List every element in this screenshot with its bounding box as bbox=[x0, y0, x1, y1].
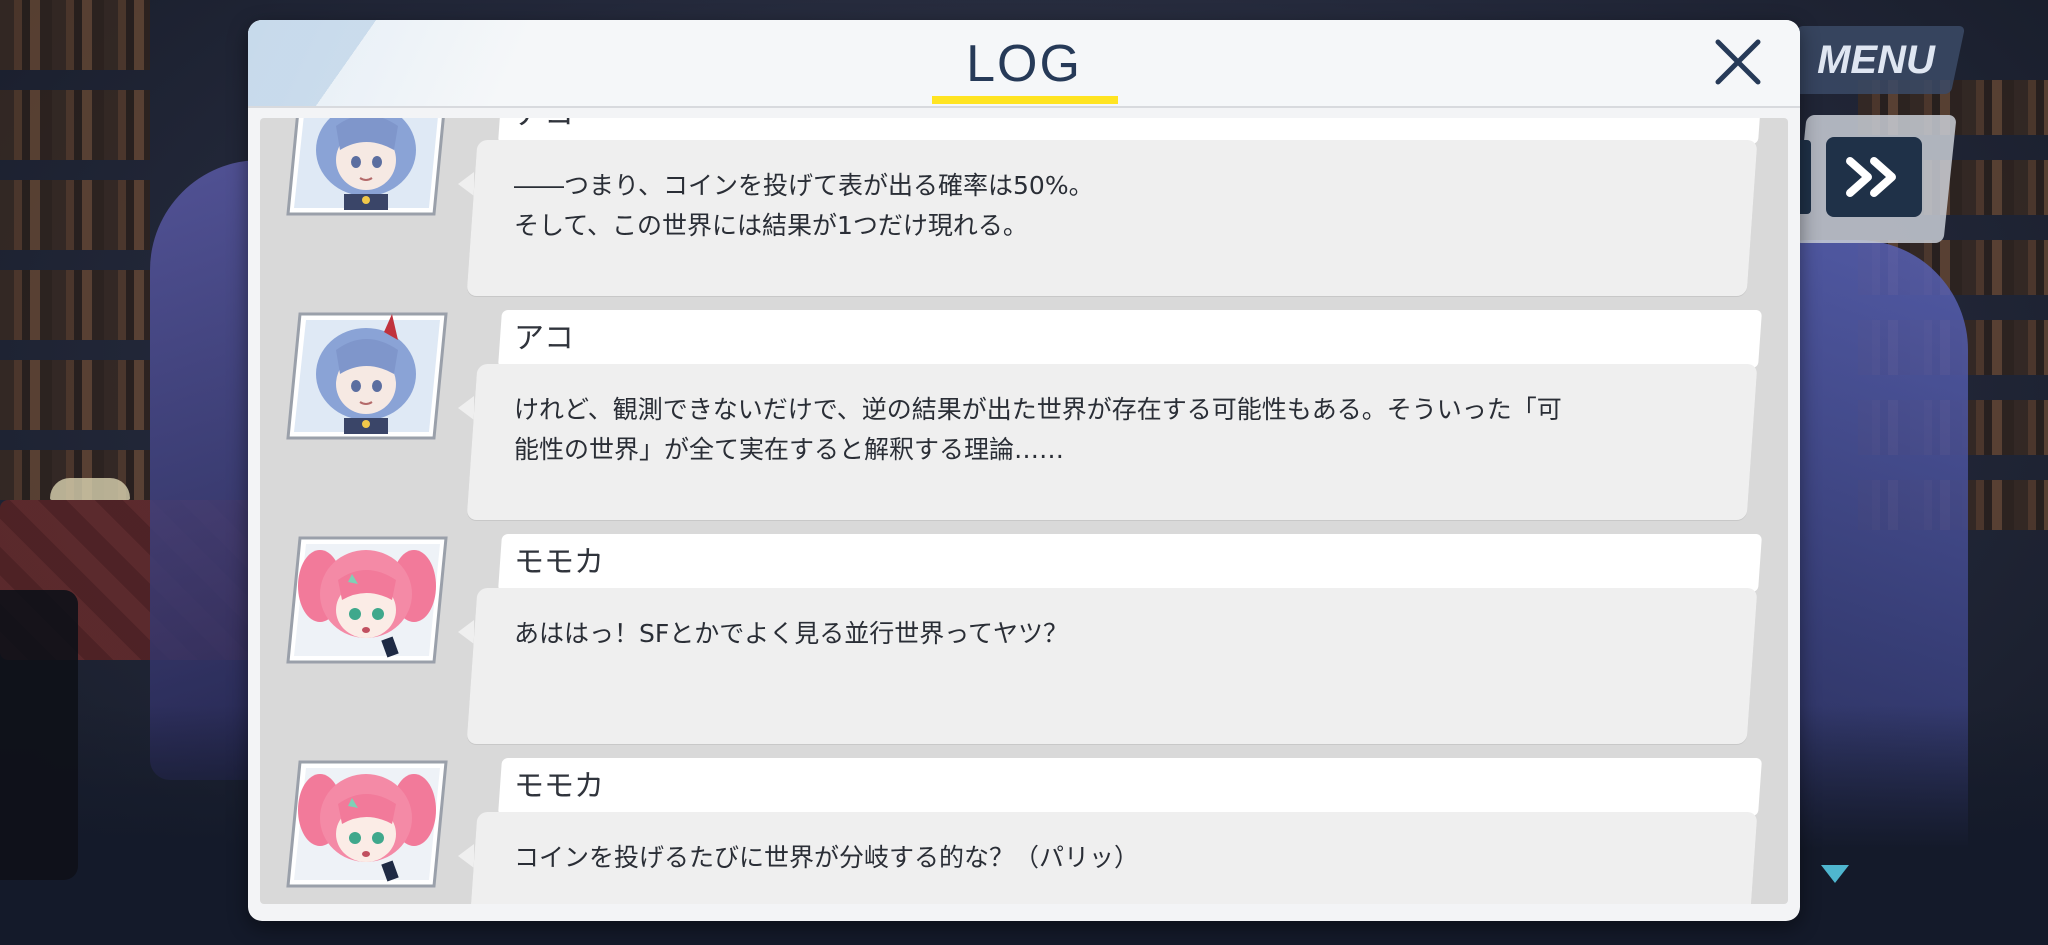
speaker-name: モモカ bbox=[514, 769, 604, 804]
bookshelf-left bbox=[0, 0, 150, 500]
dialogue-tail bbox=[458, 620, 474, 644]
dialogue-text: ――つまり、コインを投げて表が出る確率は50%。 そして、この世界には結果が1つ… bbox=[514, 171, 1094, 240]
log-entry: モモカ あははっ！SFとかでよく見る並行世界ってヤツ？ bbox=[260, 534, 1788, 744]
side-panel bbox=[0, 590, 78, 880]
portrait-ako bbox=[286, 118, 445, 216]
close-button[interactable] bbox=[1708, 32, 1768, 92]
log-entry: アコ けれど、観測できないだけで、逆の結果が出た世界が存在する可能性もある。そう… bbox=[260, 310, 1788, 520]
speaker-plate bbox=[497, 310, 1763, 368]
speaker-name: アコ bbox=[514, 118, 574, 138]
title-underline bbox=[932, 96, 1118, 104]
log-header: LOG bbox=[248, 20, 1800, 106]
log-entry: アコ ――つまり、コインを投げて表が出る確率は50%。 そして、この世界には結果… bbox=[260, 118, 1788, 296]
dialogue-text: けれど、観測できないだけで、逆の結果が出た世界が存在する可能性もある。そういった… bbox=[514, 395, 1562, 464]
log-panel: LOG アコ bbox=[248, 20, 1800, 921]
dialogue-tail bbox=[458, 396, 474, 420]
log-entry: モモカ コインを投げるたびに世界が分岐する的な？（パリッ） bbox=[260, 758, 1788, 904]
log-scroll-area[interactable]: アコ ――つまり、コインを投げて表が出る確率は50%。 そして、この世界には結果… bbox=[260, 118, 1788, 904]
dialogue-tail bbox=[458, 844, 474, 868]
speaker-name: モモカ bbox=[514, 545, 604, 580]
header-divider bbox=[248, 106, 1800, 108]
dialogue-text: あははっ！SFとかでよく見る並行世界ってヤツ？ bbox=[514, 619, 1069, 648]
portrait-momoka bbox=[286, 536, 448, 664]
fast-forward-button[interactable] bbox=[1826, 137, 1922, 217]
scroll-down-icon bbox=[1821, 865, 1849, 883]
dialogue-tail bbox=[458, 172, 474, 196]
dialogue-box bbox=[466, 588, 1758, 744]
speaker-plate bbox=[497, 534, 1763, 592]
portrait-ako bbox=[286, 312, 448, 440]
speaker-plate bbox=[497, 758, 1763, 816]
fast-forward-icon bbox=[1846, 157, 1896, 197]
portrait-momoka bbox=[286, 760, 448, 888]
dialogue-text: コインを投げるたびに世界が分岐する的な？（パリッ） bbox=[514, 843, 1140, 872]
lamp bbox=[50, 478, 130, 500]
log-title: LOG bbox=[966, 35, 1082, 93]
close-icon bbox=[1715, 39, 1761, 85]
speaker-name: アコ bbox=[514, 321, 574, 356]
menu-label: MENU bbox=[1817, 38, 1935, 82]
